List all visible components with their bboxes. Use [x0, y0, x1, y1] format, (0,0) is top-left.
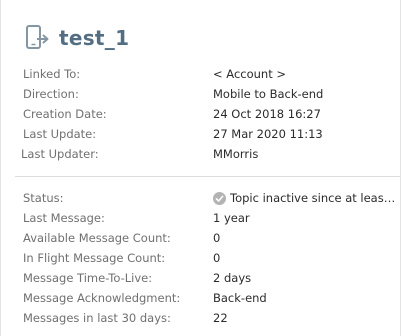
mobile-arrow-icon: [26, 25, 49, 49]
stat-label: Available Message Count:: [23, 231, 171, 245]
stat-label: Last Message:: [23, 211, 105, 225]
stat-value: 2 days: [213, 271, 252, 285]
detail-value: 27 Mar 2020 11:13: [213, 127, 323, 141]
detail-label: Last Update:: [23, 127, 97, 141]
detail-label: Direction:: [23, 87, 79, 101]
stat-value: 0: [213, 231, 221, 245]
detail-value: Mobile to Back-end: [213, 87, 324, 101]
detail-label: Creation Date:: [23, 107, 107, 121]
detail-label: Linked To:: [23, 67, 81, 81]
stat-value: Back-end: [213, 291, 267, 305]
stat-label: Message Acknowledgment:: [23, 291, 181, 305]
stat-value: 22: [213, 311, 228, 325]
stat-value: 1 year: [213, 211, 250, 225]
detail-value: MMorris: [213, 147, 259, 161]
topic-details-panel: test_1 Linked To: < Account > Direction:…: [0, 0, 401, 336]
stat-value: 0: [213, 251, 221, 265]
check-circle-icon: [213, 191, 226, 205]
status-label: Status:: [23, 191, 64, 205]
panel-header: test_1: [25, 22, 129, 54]
linked-to-link[interactable]: < Account >: [213, 65, 286, 83]
stat-label: Message Time-To-Live:: [23, 271, 153, 285]
page-title: test_1: [59, 26, 130, 50]
status-value: Topic inactive since at least one year: [213, 189, 399, 207]
detail-value: 24 Oct 2018 16:27: [213, 107, 321, 121]
stat-label: Messages in last 30 days:: [23, 311, 171, 325]
stat-label: In Flight Message Count:: [23, 251, 166, 265]
status-text: Topic inactive since at least one year: [230, 191, 399, 205]
detail-label: Last Updater:: [21, 147, 99, 161]
section-divider: [15, 176, 400, 177]
